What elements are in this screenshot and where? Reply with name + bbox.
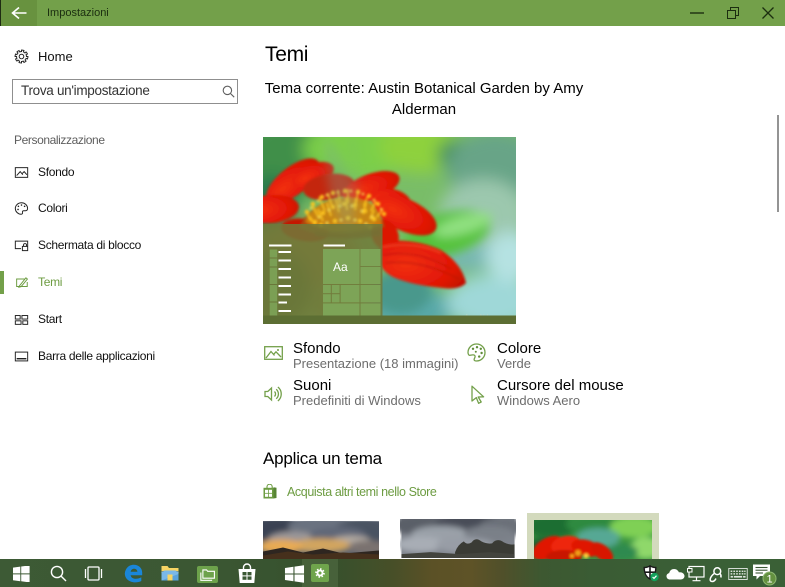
svg-text:Aa: Aa (333, 260, 348, 274)
svg-text:1: 1 (766, 574, 772, 586)
